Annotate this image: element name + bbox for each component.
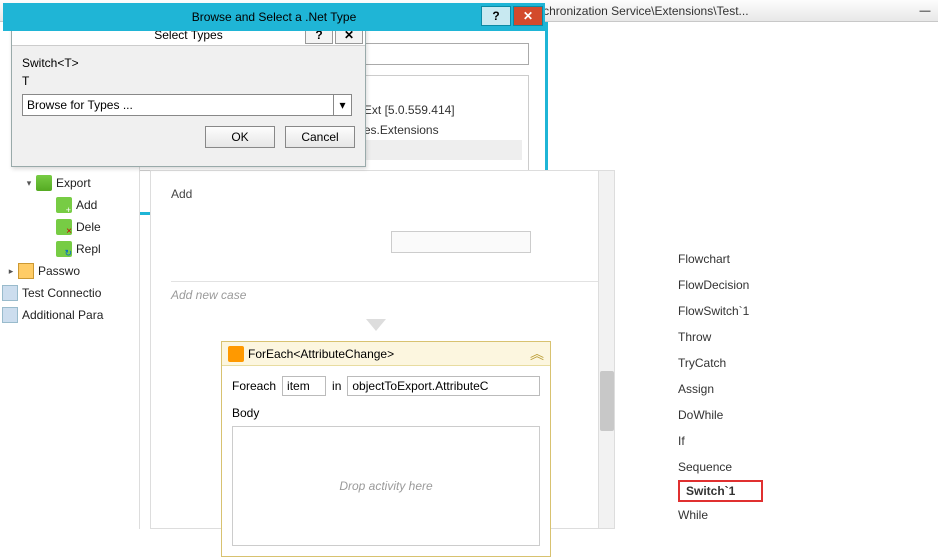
toolbox-item[interactable]: DoWhile <box>678 402 938 428</box>
tree-item-replace[interactable]: Repl <box>0 238 139 260</box>
tree-label: Export <box>56 176 91 190</box>
foreach-expression-row: Foreach item in objectToExport.Attribute… <box>232 376 540 396</box>
test-icon <box>2 285 18 301</box>
tree-label: Repl <box>76 242 101 256</box>
toolbox-item[interactable]: Assign <box>678 376 938 402</box>
help-button[interactable]: ? <box>481 6 511 26</box>
foreach-activity[interactable]: ForEach<AttributeChange> ︽ Foreach item … <box>221 341 551 557</box>
collapse-chevron-icon[interactable]: ︽ <box>530 344 544 364</box>
drop-zone[interactable]: Drop activity here <box>232 426 540 546</box>
toolbox-label: FlowDecision <box>678 278 749 292</box>
toolbox-list: Flowchart FlowDecision FlowSwitch`1 Thro… <box>638 240 938 529</box>
toolbox-item[interactable]: If <box>678 428 938 454</box>
toolbox-label: If <box>678 434 685 448</box>
ok-button[interactable]: OK <box>205 126 275 148</box>
canvas-scrollbar[interactable] <box>598 171 614 528</box>
tree-item-export[interactable]: ▾ Export <box>0 172 139 194</box>
activity-title: ForEach<AttributeChange> <box>248 347 394 361</box>
in-label: in <box>332 379 341 393</box>
foreach-collection-input[interactable]: objectToExport.AttributeC <box>347 376 540 396</box>
collapse-icon[interactable]: ▾ <box>24 178 34 189</box>
delete-icon <box>56 219 72 235</box>
activity-body: Foreach item in objectToExport.Attribute… <box>222 366 550 556</box>
dialog-body: Switch<T> T Browse for Types ... ▾ OK Ca… <box>12 46 365 158</box>
toolbox-item[interactable]: TryCatch <box>678 350 938 376</box>
toolbox-label: Switch`1 <box>686 484 735 498</box>
tree-item-addparam[interactable]: Additional Para <box>0 304 139 326</box>
combo-value: Browse for Types ... <box>23 98 133 112</box>
toolbox-label: DoWhile <box>678 408 723 422</box>
tree-item-password[interactable]: ▸ Passwo <box>0 260 139 282</box>
type-combo[interactable]: Browse for Types ... ▾ <box>22 94 352 116</box>
toolbox-label: Throw <box>678 330 711 344</box>
export-icon <box>36 175 52 191</box>
activity-header[interactable]: ForEach<AttributeChange> ︽ <box>222 342 550 366</box>
workflow-canvas[interactable]: Add Add new case ForEach<AttributeChange… <box>150 170 615 529</box>
toolbox-label: While <box>678 508 708 522</box>
toolbox-label: FlowSwitch`1 <box>678 304 749 318</box>
add-case-link[interactable]: Add new case <box>171 281 601 302</box>
foreach-var-input[interactable]: item <box>282 376 326 396</box>
toolbox-label: Sequence <box>678 460 732 474</box>
scroll-thumb[interactable] <box>600 371 614 431</box>
tree-item-add[interactable]: Add <box>0 194 139 216</box>
toolbox-item[interactable]: Sequence <box>678 454 938 480</box>
chevron-down-icon: ▾ <box>339 98 345 112</box>
foreach-icon <box>228 346 244 362</box>
password-icon <box>18 263 34 279</box>
tree-label: Dele <box>76 220 101 234</box>
close-button[interactable]: ✕ <box>513 6 543 26</box>
toolbox-item[interactable]: FlowSwitch`1 <box>678 298 938 324</box>
toolbox-item-selected[interactable]: Switch`1 <box>678 480 763 502</box>
select-types-dialog: Select Types ? ✕ Switch<T> T Browse for … <box>11 23 366 167</box>
tree-label: Test Connectio <box>22 286 101 300</box>
tree-item-delete[interactable]: Dele <box>0 216 139 238</box>
minimize-button[interactable]: — <box>912 2 938 20</box>
tree-label: Passwo <box>38 264 80 278</box>
flow-arrow-icon <box>366 319 386 331</box>
toolbox-item[interactable]: FlowDecision <box>678 272 938 298</box>
toolbox-label: TryCatch <box>678 356 726 370</box>
replace-icon <box>56 241 72 257</box>
param-icon <box>2 307 18 323</box>
t-label: T <box>22 74 355 88</box>
drop-hint: Drop activity here <box>339 479 432 493</box>
tree-label: Additional Para <box>22 308 103 322</box>
dropdown-button[interactable]: ▾ <box>333 95 351 115</box>
toolbox-item[interactable]: Throw <box>678 324 938 350</box>
toolbox-label: Assign <box>678 382 714 396</box>
tree-label: Add <box>76 198 97 212</box>
toolbox-item[interactable]: Flowchart <box>678 246 938 272</box>
case-label: Add <box>171 187 192 201</box>
expand-icon[interactable]: ▸ <box>6 266 16 277</box>
dialog-titlebar[interactable]: Browse and Select a .Net Type ? ✕ <box>3 3 545 31</box>
add-icon <box>56 197 72 213</box>
case-placeholder[interactable] <box>391 231 531 253</box>
body-label: Body <box>232 406 540 420</box>
toolbox-item[interactable]: While <box>678 502 938 528</box>
dialog-title: Browse and Select a .Net Type <box>192 10 357 24</box>
tree-item-testconn[interactable]: Test Connectio <box>0 282 139 304</box>
switch-label: Switch<T> <box>22 56 355 70</box>
toolbox-label: Flowchart <box>678 252 730 266</box>
foreach-label: Foreach <box>232 379 276 393</box>
cancel-button[interactable]: Cancel <box>285 126 355 148</box>
